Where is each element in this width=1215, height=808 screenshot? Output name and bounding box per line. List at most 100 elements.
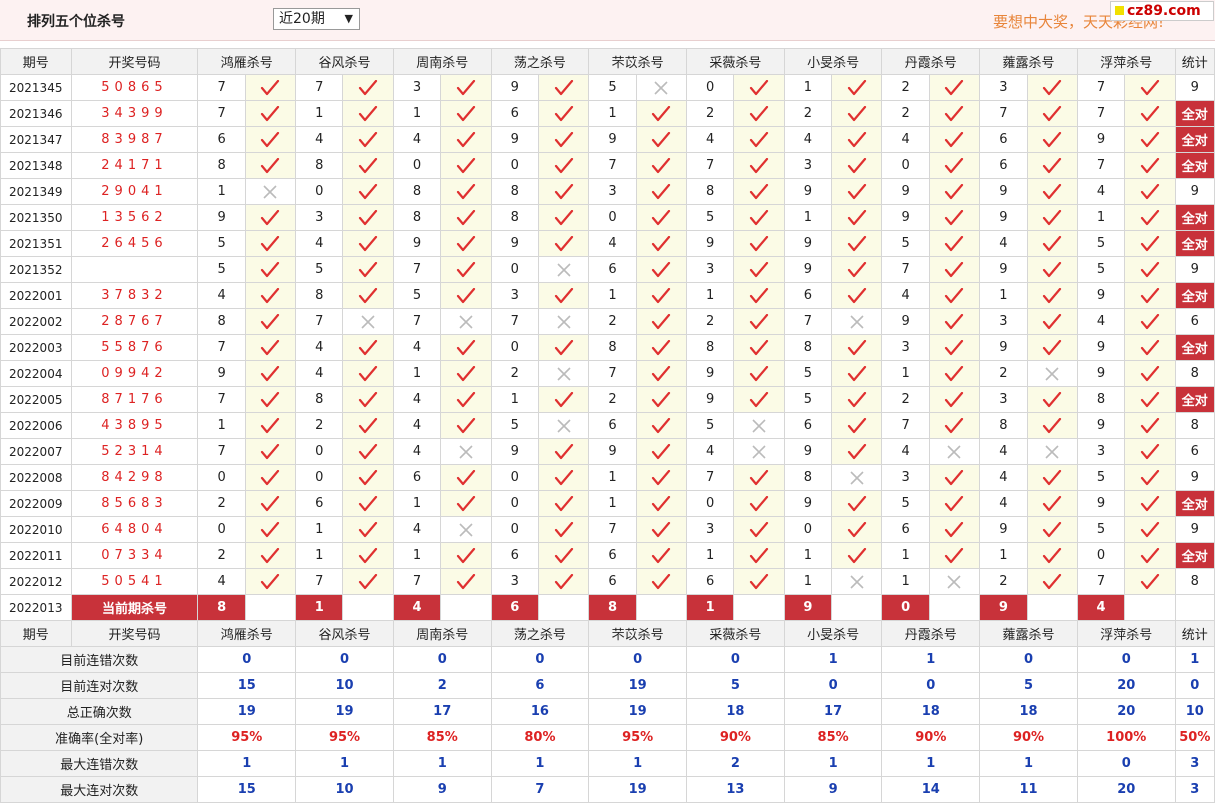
result-cell [1124,516,1176,543]
kill-number-cell: 0 [588,204,637,231]
check-icon [246,573,294,590]
check-icon [735,235,783,252]
result-cell [1124,282,1176,309]
kill-number-cell: 9 [686,386,735,413]
stat-cell: 全对 [1174,542,1215,569]
summary-value: 0 [979,646,1078,673]
summary-value: 14 [881,776,981,803]
check-icon [833,417,881,434]
kill-number-cell: 9 [1076,360,1126,387]
check-icon [735,391,783,408]
kill-number-cell: 0 [490,490,539,517]
site-logo[interactable]: cz89.com [1110,1,1214,21]
stat-cell: 8 [1174,568,1215,595]
check-icon [344,547,392,564]
check-icon [344,443,392,460]
range-select[interactable]: 近20期 ▼ [273,8,360,30]
kill-number-cell: 0 [392,152,442,179]
draw-number-cell: 84298 [70,464,199,491]
check-icon [637,131,685,148]
kill-number-cell: 3 [490,282,539,309]
result-cell [537,100,590,127]
table-row: 2022008 84298 0 0 6 0 1 7 8 3 4 5 9 [0,464,1215,491]
check-icon [833,131,881,148]
result-cell [635,386,688,413]
kill-number-cell: 9 [1076,334,1126,361]
kill-number-cell: 9 [979,256,1028,283]
empty-cell [1026,594,1078,621]
kill-number-cell: 6 [588,568,637,595]
summary-row: 准确率(全对率) 95% 95% 85% 80% 95% 90% 85% 90% 90% 100% 5… [0,724,1215,751]
summary-value: 95% [197,724,297,751]
draw-number-cell: 50541 [70,568,199,595]
result-cell [342,282,394,309]
summary-value: 13 [686,776,785,803]
kill-number-cell: 3 [392,74,442,101]
table-row: 2022006 43895 1 2 4 5 6 5 6 7 8 9 8 [0,412,1215,439]
result-cell [342,542,394,569]
result-cell [733,308,785,335]
kill-number-cell: 4 [1076,178,1126,205]
kill-number-cell: 0 [197,516,246,543]
result-cell [440,256,492,283]
check-icon [539,547,587,564]
kill-number-cell: 7 [197,334,246,361]
check-icon [442,391,490,408]
check-icon [1028,105,1076,122]
kill-number-cell: 7 [1076,74,1126,101]
result-cell [440,464,492,491]
stat-cell: 9 [1174,178,1215,205]
stat-cell: 全对 [1174,100,1215,127]
draw-number-cell: 50865 [70,74,199,101]
check-icon [637,417,685,434]
kill-number-cell: 4 [1076,308,1126,335]
check-icon [1126,157,1174,174]
kill-number-cell: 5 [490,412,539,439]
empty-cell [928,594,981,621]
kill-number-cell: 7 [392,308,442,335]
check-icon [637,573,685,590]
check-icon [539,495,587,512]
check-icon [344,105,392,122]
check-icon [1028,495,1076,512]
result-cell [537,178,590,205]
period-cell: 2022004 [0,360,72,387]
check-icon [442,183,490,200]
result-cell [928,100,981,127]
kill-number-cell: 0 [490,256,539,283]
kill-number-cell: 5 [392,282,442,309]
header-stat: 统计 [1174,620,1215,647]
result-cell [733,282,785,309]
header-expert: 周南杀号 [392,620,492,647]
kill-number-cell: 7 [197,74,246,101]
kill-number-cell: 7 [686,464,735,491]
table-row: 2022011 07334 2 1 1 6 6 1 1 1 1 0 全对 [0,542,1215,569]
result-cell [733,360,785,387]
cross-icon [442,444,490,460]
kill-number-cell: 2 [783,100,833,127]
summary-value: 1 [881,750,981,777]
summary-row: 目前连对次数 15 10 2 6 19 5 0 0 5 20 0 [0,672,1215,699]
summary-value: 18 [979,698,1078,725]
draw-number-cell: 28767 [70,308,199,335]
kill-number-cell: 1 [392,100,442,127]
result-cell [537,74,590,101]
summary-value: 100% [1076,724,1176,751]
summary-value: 0 [881,672,981,699]
stat-cell: 全对 [1174,230,1215,257]
summary-label: 目前连对次数 [0,672,199,699]
cross-icon [833,314,881,330]
kill-number-cell: 3 [783,152,833,179]
summary-value: 20 [1076,698,1176,725]
kill-number-cell: 1 [881,542,930,569]
check-icon [637,287,685,304]
result-cell [1026,334,1078,361]
summary-value: 16 [490,698,590,725]
summary-value: 1 [295,750,394,777]
result-cell [635,282,688,309]
cross-icon [1028,366,1076,382]
result-cell [537,568,590,595]
kill-number-cell: 6 [392,464,442,491]
result-cell [635,568,688,595]
check-icon [637,521,685,538]
